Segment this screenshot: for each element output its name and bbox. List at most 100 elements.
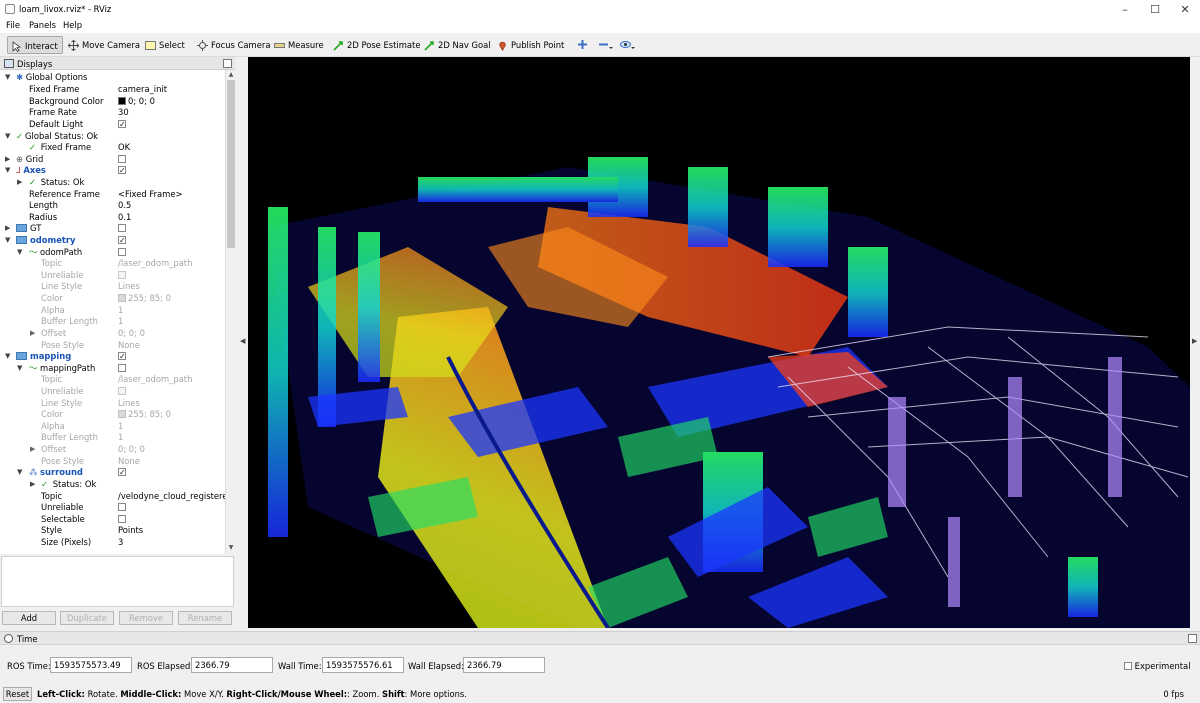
- color-swatch[interactable]: [118, 96, 126, 105]
- tree-row-unreliable[interactable]: Unreliable: [0, 386, 225, 398]
- tree-row-pose-style[interactable]: Pose Style None: [0, 340, 225, 352]
- tree-row-background-color[interactable]: Background Color 0; 0; 0: [0, 96, 225, 108]
- tree-row-gt[interactable]: ▶ GT: [0, 223, 225, 235]
- tree-value[interactable]: Points: [118, 525, 143, 537]
- collapse-left-panel-arrow-icon[interactable]: ◀: [240, 337, 245, 345]
- tree-row-buffer-length[interactable]: Buffer Length 1: [0, 316, 225, 328]
- tree-row-color[interactable]: Color 255; 85; 0: [0, 409, 225, 421]
- tree-row-axes[interactable]: ▼ ⅃ Axes ✓: [0, 165, 225, 177]
- tree-row-global-options[interactable]: ▼ ✱ Global Options: [0, 72, 225, 84]
- tree-value[interactable]: 1: [118, 421, 123, 433]
- tree-row-line-style[interactable]: Line Style Lines: [0, 398, 225, 410]
- move-camera-tool[interactable]: Move Camera: [68, 36, 144, 54]
- checkbox-checked[interactable]: ✓: [118, 235, 126, 244]
- tree-value[interactable]: camera_init: [118, 84, 167, 96]
- checkbox-checked[interactable]: ✓: [118, 119, 126, 128]
- publish-point-tool[interactable]: Publish Point: [497, 36, 568, 54]
- nav-goal-tool[interactable]: 2D Nav Goal: [424, 36, 495, 54]
- remove-tool-minus-icon[interactable]: [598, 39, 614, 50]
- minimize-button[interactable]: –: [1110, 0, 1140, 19]
- tree-value[interactable]: None: [118, 340, 140, 352]
- tree-row-alpha[interactable]: Alpha 1: [0, 421, 225, 433]
- collapse-arrow-icon[interactable]: ▼: [5, 351, 10, 363]
- wall-time-field[interactable]: 1593575576.61: [322, 657, 404, 673]
- color-swatch[interactable]: [118, 293, 126, 302]
- remove-display-button[interactable]: Remove: [119, 611, 173, 625]
- experimental-toggle[interactable]: Experimental: [1124, 661, 1191, 671]
- tree-value[interactable]: 1: [118, 316, 123, 328]
- tree-row-default-light[interactable]: Default Light ✓: [0, 119, 225, 131]
- undock-time-panel-button[interactable]: [1188, 634, 1197, 643]
- tree-row-size-pixels[interactable]: Size (Pixels) 3: [0, 537, 225, 549]
- tree-value[interactable]: 0; 0; 0: [118, 444, 145, 456]
- tree-row-unreliable[interactable]: Unreliable: [0, 270, 225, 282]
- focus-camera-tool[interactable]: Focus Camera: [197, 36, 274, 54]
- expand-arrow-icon[interactable]: ▶: [30, 328, 35, 340]
- tree-value[interactable]: 0; 0; 0: [118, 328, 145, 340]
- tree-value[interactable]: 1: [118, 305, 123, 317]
- tree-value[interactable]: None: [118, 456, 140, 468]
- tree-row-alpha[interactable]: Alpha 1: [0, 305, 225, 317]
- collapse-arrow-icon[interactable]: ▼: [17, 247, 22, 259]
- menu-panels[interactable]: Panels: [29, 20, 56, 30]
- collapse-arrow-icon[interactable]: ▼: [5, 131, 10, 143]
- tree-value[interactable]: <Fixed Frame>: [118, 189, 183, 201]
- tree-row-offset[interactable]: ▶ Offset 0; 0; 0: [0, 444, 225, 456]
- checkbox-unchecked[interactable]: [118, 223, 126, 232]
- tree-row-mapping[interactable]: ▼ mapping ✓: [0, 351, 225, 363]
- tree-value[interactable]: 0.5: [118, 200, 131, 212]
- add-tool-plus-icon[interactable]: [577, 39, 588, 50]
- tree-row-selectable[interactable]: Selectable: [0, 514, 225, 526]
- tree-value[interactable]: 0; 0; 0: [128, 96, 155, 106]
- tree-value[interactable]: 30: [118, 107, 129, 119]
- checkbox-disabled[interactable]: [118, 386, 126, 395]
- tree-value[interactable]: 255; 85; 0: [128, 409, 171, 419]
- displays-tree[interactable]: ▼ ✱ Global Options Fixed Frame camera_init…: [0, 70, 225, 554]
- tree-row-radius[interactable]: Radius 0.1: [0, 212, 225, 224]
- tool-properties-eye-icon[interactable]: [620, 39, 636, 50]
- duplicate-display-button[interactable]: Duplicate: [60, 611, 114, 625]
- tree-value[interactable]: 0.1: [118, 212, 131, 224]
- menu-file[interactable]: File: [6, 20, 20, 30]
- tree-row-axes-status[interactable]: ▶ ✓ Status: Ok: [0, 177, 225, 189]
- expand-arrow-icon[interactable]: ▶: [30, 444, 35, 456]
- collapse-arrow-icon[interactable]: ▼: [5, 235, 10, 247]
- ros-elapsed-field[interactable]: 2366.79: [191, 657, 273, 673]
- menu-help[interactable]: Help: [63, 20, 82, 30]
- maximize-button[interactable]: ☐: [1140, 0, 1170, 19]
- tree-value[interactable]: /velodyne_cloud_registered: [118, 491, 225, 503]
- tree-row-topic[interactable]: Topic/laser_odom_path: [0, 258, 225, 270]
- add-display-button[interactable]: Add: [2, 611, 56, 625]
- tree-row-topic[interactable]: Topic/laser_odom_path: [0, 374, 225, 386]
- close-button[interactable]: ✕: [1170, 0, 1200, 19]
- select-tool[interactable]: Select: [145, 36, 189, 54]
- interact-tool[interactable]: Interact: [7, 36, 63, 54]
- scroll-up-arrow-icon[interactable]: ▲: [227, 71, 235, 79]
- tree-row-buffer-length[interactable]: Buffer Length 1: [0, 432, 225, 444]
- tree-row-style[interactable]: Style Points: [0, 525, 225, 537]
- tree-row-surround-status[interactable]: ▶ ✓ Status: Ok: [0, 479, 225, 491]
- checkbox-unchecked[interactable]: [118, 154, 126, 163]
- color-swatch[interactable]: [118, 409, 126, 418]
- expand-arrow-icon[interactable]: ▶: [5, 223, 10, 235]
- reset-button[interactable]: Reset: [3, 687, 32, 701]
- tree-row-reference-frame[interactable]: Reference Frame <Fixed Frame>: [0, 189, 225, 201]
- tree-value[interactable]: /laser_odom_path: [118, 258, 192, 270]
- tree-row-topic[interactable]: Topic/velodyne_cloud_registered: [0, 491, 225, 503]
- tree-row-pose-style[interactable]: Pose Style None: [0, 456, 225, 468]
- wall-elapsed-field[interactable]: 2366.79: [463, 657, 545, 673]
- rename-display-button[interactable]: Rename: [178, 611, 232, 625]
- tree-row-length[interactable]: Length 0.5: [0, 200, 225, 212]
- checkbox-checked[interactable]: ✓: [118, 467, 126, 476]
- collapse-arrow-icon[interactable]: ▼: [5, 165, 10, 177]
- checkbox-checked[interactable]: ✓: [118, 351, 126, 360]
- tree-row-frame-rate[interactable]: Frame Rate 30: [0, 107, 225, 119]
- checkbox-unchecked[interactable]: [118, 363, 126, 372]
- checkbox-unchecked[interactable]: [118, 502, 126, 511]
- tree-row-odometry[interactable]: ▼ odometry ✓: [0, 235, 225, 247]
- render-viewport-3d[interactable]: [248, 57, 1190, 628]
- expand-arrow-icon[interactable]: ▶: [5, 154, 10, 166]
- expand-arrow-icon[interactable]: ▶: [30, 479, 35, 491]
- displays-scrollbar[interactable]: ▲ ▼: [225, 70, 235, 554]
- tree-value[interactable]: 3: [118, 537, 123, 549]
